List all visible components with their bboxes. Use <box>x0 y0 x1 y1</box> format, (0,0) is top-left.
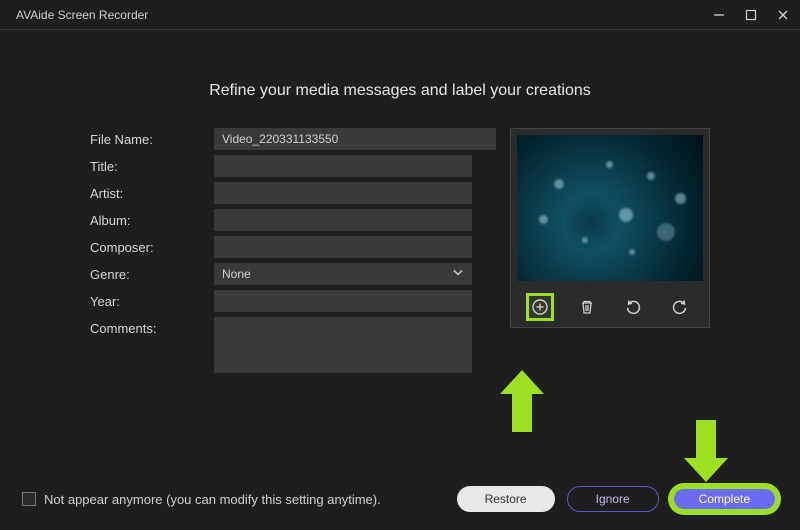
ignore-button[interactable]: Ignore <box>567 486 659 512</box>
year-input[interactable] <box>214 290 472 312</box>
genre-label: Genre: <box>90 263 214 282</box>
add-thumbnail-button[interactable] <box>526 293 554 321</box>
genre-value[interactable] <box>214 263 472 285</box>
plus-circle-icon <box>531 298 549 316</box>
footer-buttons: Restore Ignore Complete <box>457 486 778 512</box>
album-row: Album: <box>90 209 496 231</box>
genre-select[interactable] <box>214 263 472 285</box>
content-area: File Name: Title: Artist: Album: Compose… <box>0 128 800 378</box>
filename-row: File Name: <box>90 128 496 150</box>
composer-label: Composer: <box>90 236 214 255</box>
annotation-arrow-complete <box>684 420 728 482</box>
close-button[interactable] <box>776 8 790 22</box>
album-label: Album: <box>90 209 214 228</box>
artist-input[interactable] <box>214 182 472 204</box>
trash-icon <box>578 298 596 316</box>
checkbox-icon[interactable] <box>22 492 36 506</box>
comments-input[interactable] <box>214 317 472 373</box>
maximize-button[interactable] <box>744 8 758 22</box>
filename-input[interactable] <box>214 128 496 150</box>
rotate-cw-icon <box>671 298 689 316</box>
thumbnail-preview <box>517 135 703 281</box>
title-input[interactable] <box>214 155 472 177</box>
complete-button[interactable]: Complete <box>671 486 778 512</box>
footer: Not appear anymore (you can modify this … <box>0 486 800 512</box>
title-row: Title: <box>90 155 496 177</box>
rotate-ccw-icon <box>624 298 642 316</box>
window-controls <box>712 8 790 22</box>
not-appear-checkbox-wrap[interactable]: Not appear anymore (you can modify this … <box>22 492 381 507</box>
page-heading: Refine your media messages and label you… <box>0 82 800 100</box>
comments-row: Comments: <box>90 317 496 373</box>
rotate-ccw-button[interactable] <box>619 293 647 321</box>
not-appear-label: Not appear anymore (you can modify this … <box>44 492 381 507</box>
delete-thumbnail-button[interactable] <box>573 293 601 321</box>
restore-button[interactable]: Restore <box>457 486 555 512</box>
filename-label: File Name: <box>90 128 214 147</box>
metadata-form: File Name: Title: Artist: Album: Compose… <box>90 128 496 378</box>
year-row: Year: <box>90 290 496 312</box>
title-label: Title: <box>90 155 214 174</box>
preview-box <box>510 128 710 328</box>
artist-label: Artist: <box>90 182 214 201</box>
artist-row: Artist: <box>90 182 496 204</box>
preview-actions <box>511 287 709 327</box>
genre-row: Genre: <box>90 263 496 285</box>
comments-label: Comments: <box>90 317 214 336</box>
year-label: Year: <box>90 290 214 309</box>
minimize-button[interactable] <box>712 8 726 22</box>
composer-input[interactable] <box>214 236 472 258</box>
preview-column <box>510 128 710 378</box>
annotation-arrow-add <box>500 370 544 432</box>
album-input[interactable] <box>214 209 472 231</box>
composer-row: Composer: <box>90 236 496 258</box>
app-title: AVAide Screen Recorder <box>16 8 148 22</box>
rotate-cw-button[interactable] <box>666 293 694 321</box>
titlebar: AVAide Screen Recorder <box>0 0 800 30</box>
